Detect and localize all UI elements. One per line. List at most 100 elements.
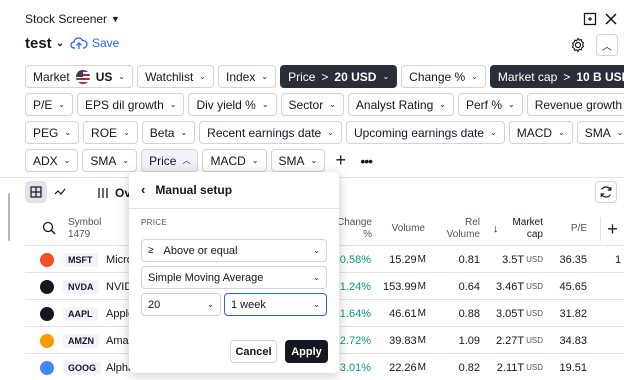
- search-icon[interactable]: [42, 221, 56, 238]
- volume-unit: M: [417, 254, 426, 265]
- ticker-cell[interactable]: NVDA: [63, 273, 99, 300]
- filter-sma-3[interactable]: SMA ⌄: [270, 149, 326, 172]
- sort-desc-icon[interactable]: ↓: [493, 223, 499, 235]
- filter-sector[interactable]: Sector ⌄: [280, 93, 344, 116]
- filter-price[interactable]: Price > 20 USD ⌄: [280, 65, 398, 88]
- header-label: Market: [512, 217, 543, 228]
- filter-label: Recent earnings date: [207, 125, 322, 140]
- filter-peg[interactable]: PEG ⌄: [25, 121, 80, 144]
- add-filter-icon[interactable]: +: [329, 149, 352, 172]
- volume-value: 22.26: [389, 361, 417, 374]
- filter-row-2: P/E ⌄ EPS dil growth ⌄ Div yield % ⌄ Sector…: [25, 93, 624, 116]
- separator-arrow: >: [321, 69, 329, 84]
- filter-div-yield[interactable]: Div yield % ⌄: [188, 93, 277, 116]
- chevron-down-icon: ▼: [111, 14, 120, 24]
- header-label: Volume: [446, 229, 480, 240]
- ticker-badge[interactable]: GOOG: [63, 360, 102, 375]
- currency-unit: USD: [526, 309, 543, 318]
- condition-value: Above or equal: [163, 244, 238, 257]
- filter-label: Market cap: [497, 69, 558, 84]
- gear-icon[interactable]: [567, 34, 589, 56]
- filter-revenue-growth[interactable]: Revenue growth⌄: [526, 93, 624, 116]
- filter-label: SMA: [584, 125, 611, 140]
- chevron-down-icon: ⌄: [64, 128, 72, 137]
- cancel-button[interactable]: Cancel: [230, 340, 277, 363]
- logo-icon: [40, 333, 54, 348]
- table-view-icon[interactable]: [25, 181, 47, 203]
- filter-label: EPS dil growth: [85, 97, 164, 112]
- save-button[interactable]: Save: [70, 36, 119, 50]
- filter-market-cap[interactable]: Market cap > 10 B USD ⌄: [489, 65, 624, 88]
- volume-value: 153.99: [383, 280, 417, 293]
- filter-label: P/E: [33, 97, 53, 112]
- refresh-icon: [600, 186, 612, 198]
- ticker-badge[interactable]: MSFT: [63, 252, 98, 267]
- filter-perf[interactable]: Perf % ⌄: [457, 93, 523, 116]
- filter-macd[interactable]: MACD ⌄: [508, 121, 573, 144]
- filter-eps-growth[interactable]: EPS dil growth ⌄: [77, 93, 185, 116]
- condition-select[interactable]: ≥ Above or equal ⌄: [141, 239, 327, 262]
- filter-label: Watchlist: [145, 69, 194, 84]
- collapse-button[interactable]: ︿: [596, 34, 618, 56]
- filter-sma-2[interactable]: SMA ⌄: [82, 149, 138, 172]
- apply-button[interactable]: Apply: [285, 340, 328, 363]
- app-title-menu[interactable]: Stock Screener ▼: [25, 12, 120, 26]
- ticker-badge[interactable]: NVDA: [63, 279, 99, 294]
- column-header-symbol[interactable]: Symbol 1479: [68, 212, 118, 246]
- filter-price-2[interactable]: Price ︿: [141, 149, 199, 172]
- add-column-icon[interactable]: +: [600, 217, 624, 241]
- ticker-cell[interactable]: AAPL: [63, 300, 98, 327]
- ticker-cell[interactable]: GOOG: [63, 354, 102, 380]
- filter-watchlist[interactable]: Watchlist ⌄: [137, 65, 214, 88]
- ticker-cell[interactable]: AMZN: [63, 327, 99, 354]
- ticker-badge[interactable]: AAPL: [63, 306, 98, 321]
- filter-sma[interactable]: SMA ⌄: [576, 121, 624, 144]
- length-select[interactable]: 20 ⌄: [141, 293, 221, 316]
- chevron-down-icon: ⌄: [471, 72, 478, 81]
- filter-market[interactable]: Market US ⌄: [25, 65, 134, 88]
- refresh-button[interactable]: [595, 181, 617, 203]
- chevron-down-icon: ⌄: [558, 128, 565, 137]
- chevron-down-icon: ⌄: [310, 156, 318, 165]
- column-header-rel-volume[interactable]: Rel Volume: [440, 212, 480, 246]
- filter-adx[interactable]: ADX ⌄: [25, 149, 79, 172]
- volume-unit: M: [417, 308, 426, 319]
- close-icon[interactable]: [602, 10, 620, 28]
- rel-volume-cell: 0.81: [458, 253, 480, 266]
- indicator-select[interactable]: Simple Moving Average ⌄: [141, 266, 327, 289]
- more-options-icon[interactable]: •••: [356, 149, 376, 172]
- filter-label: Perf %: [465, 97, 502, 112]
- column-header-volume[interactable]: Volume: [385, 212, 425, 246]
- column-header-market-cap[interactable]: Market cap: [505, 212, 543, 246]
- tab-overview[interactable]: Ov: [97, 186, 131, 200]
- chevron-down-icon: ⌄: [329, 100, 336, 109]
- screen-name-menu[interactable]: test ⌄: [25, 35, 64, 52]
- filter-change-percent[interactable]: Change % ⌄: [401, 65, 486, 88]
- filter-macd-2[interactable]: MACD ⌄: [202, 149, 267, 172]
- chevron-up-icon: ︿: [182, 156, 191, 165]
- chevron-down-icon: ⌄: [313, 300, 320, 309]
- maximize-icon[interactable]: [581, 10, 599, 28]
- market-cap-value: 2.11T: [496, 361, 525, 374]
- filter-label: Beta: [149, 125, 175, 140]
- filter-analyst-rating[interactable]: Analyst Rating ⌄: [347, 93, 454, 116]
- logo-icon: [40, 360, 54, 375]
- timeframe-select[interactable]: 1 week ⌄: [224, 293, 327, 316]
- ticker-badge[interactable]: AMZN: [63, 333, 99, 348]
- filter-label: Sector: [288, 97, 324, 112]
- ticker-cell[interactable]: MSFT: [63, 246, 98, 273]
- chart-view-icon[interactable]: [49, 181, 71, 203]
- chevron-down-icon: ⌄: [508, 100, 515, 109]
- chevron-down-icon: ⌄: [313, 246, 320, 255]
- column-header-pe[interactable]: P/E: [565, 212, 587, 246]
- filter-roe[interactable]: ROE ⌄: [83, 121, 138, 144]
- filter-index[interactable]: Index ⌄: [218, 65, 277, 88]
- filter-beta[interactable]: Beta ⌄: [141, 121, 196, 144]
- market-cap-cell: 3.5T USD: [493, 246, 543, 273]
- filter-label: SMA: [278, 153, 305, 168]
- filter-recent-earnings[interactable]: Recent earnings date ⌄: [199, 121, 342, 144]
- back-arrow-icon[interactable]: ‹: [141, 182, 145, 197]
- filter-upcoming-earnings[interactable]: Upcoming earnings date ⌄: [345, 121, 505, 144]
- scrollbar[interactable]: [8, 193, 10, 241]
- filter-pe[interactable]: P/E ⌄: [25, 93, 74, 116]
